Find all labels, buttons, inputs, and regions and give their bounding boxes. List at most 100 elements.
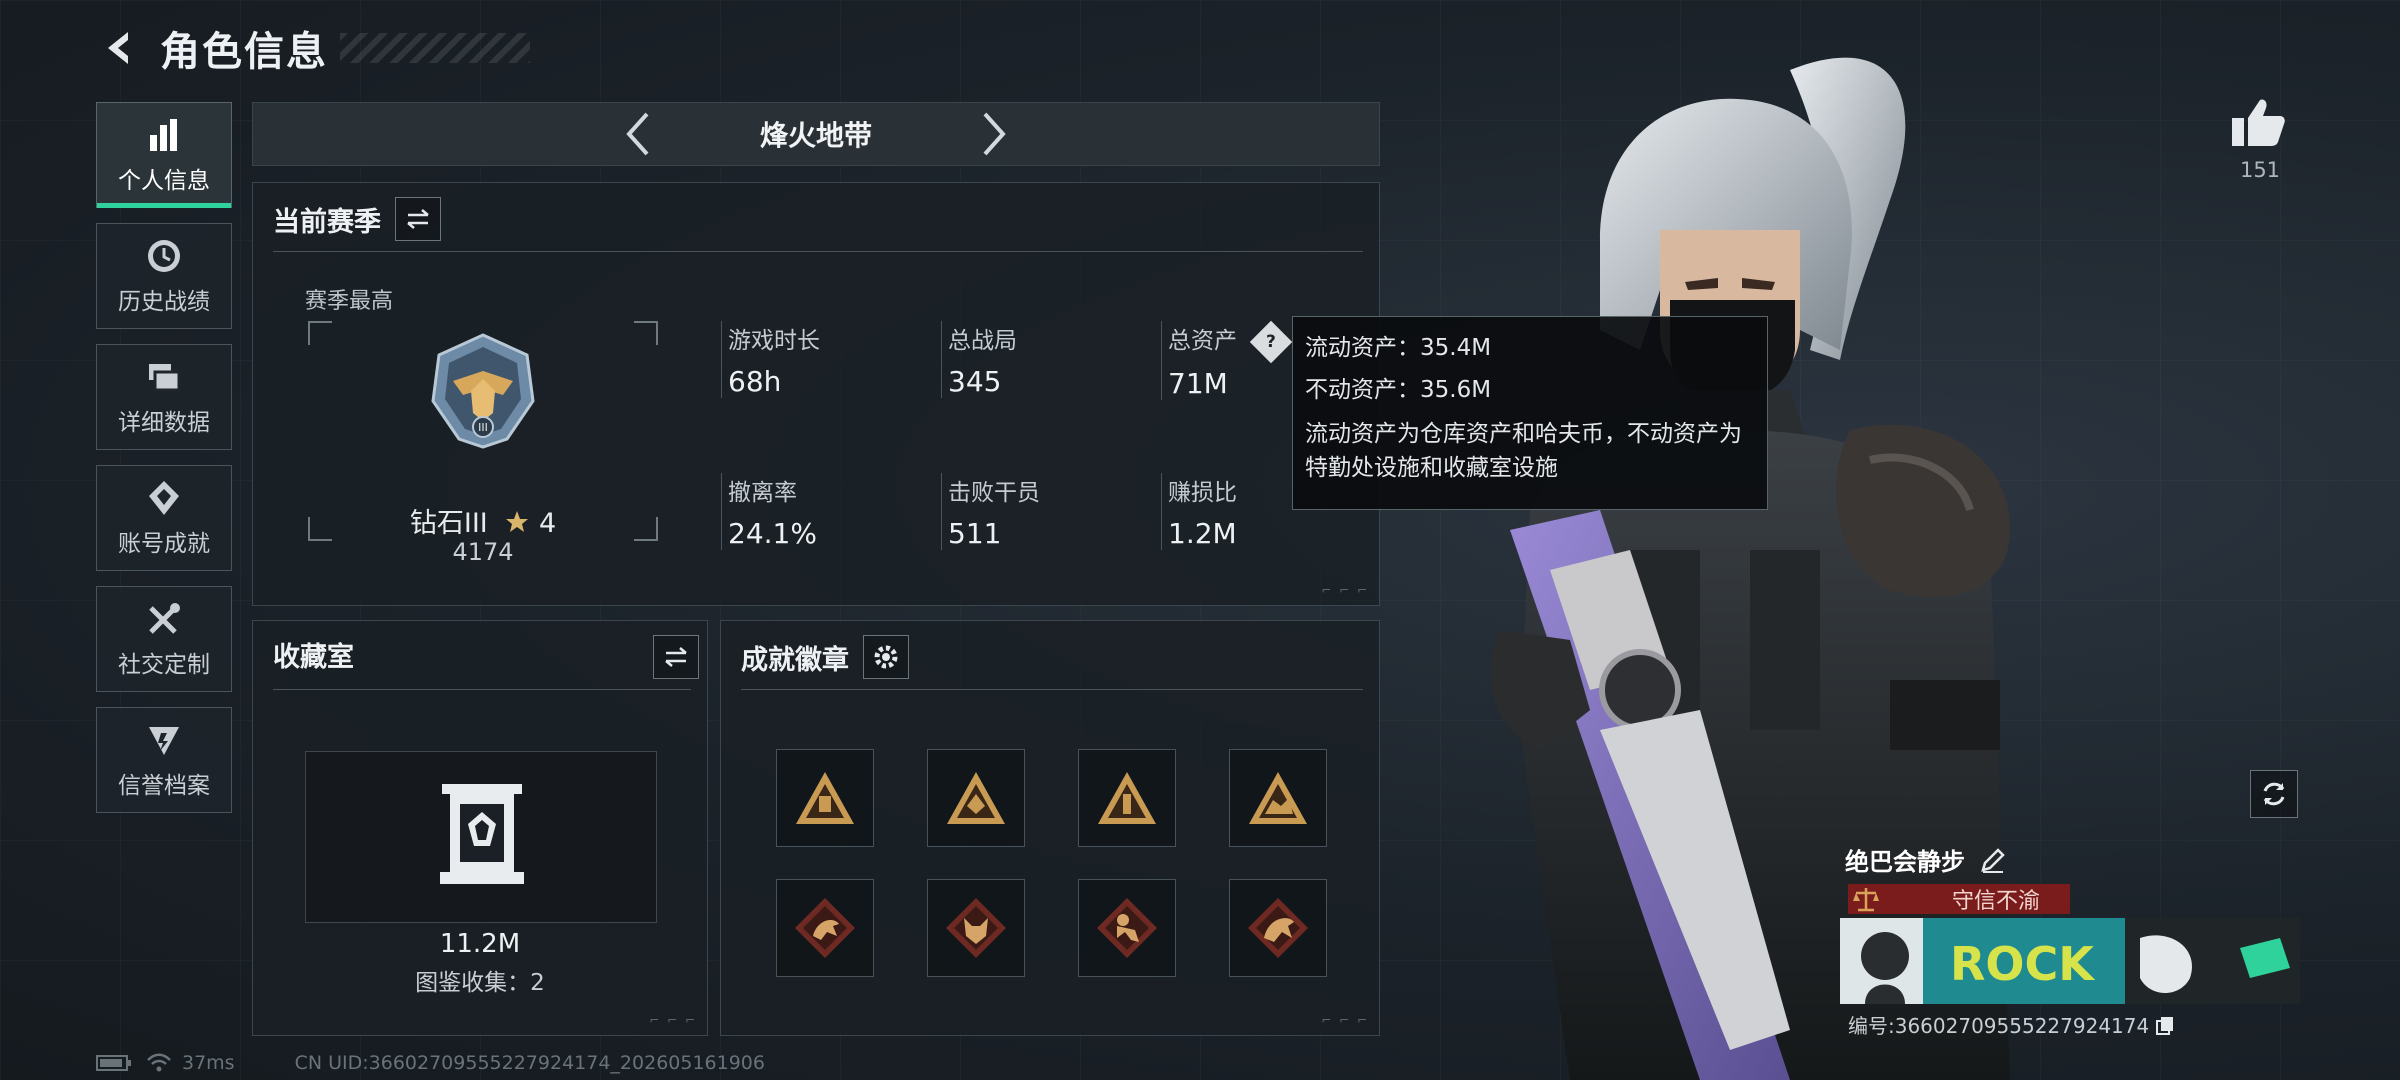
gear-icon bbox=[874, 645, 898, 669]
cards-icon bbox=[144, 357, 184, 397]
nav-item-social-custom[interactable]: 社交定制 bbox=[96, 586, 232, 692]
collection-switch-button[interactable] bbox=[653, 635, 699, 679]
achievement-badge[interactable] bbox=[927, 879, 1025, 977]
stat-value: 24.1% bbox=[728, 517, 817, 550]
stat-operators-defeated: 击败干员 511 bbox=[941, 473, 1040, 550]
divider bbox=[273, 689, 691, 690]
honor-title: 守信不渝 bbox=[1952, 889, 2041, 914]
stat-total-matches: 总战局 345 bbox=[941, 321, 1017, 398]
banner-art: ROCK bbox=[1861, 932, 2290, 1004]
season-panel: 当前赛季 赛季最高 III 钻石III 4 4174 游戏时长 68h 总战局 … bbox=[252, 182, 1380, 606]
nav-item-detailed-data[interactable]: 详细数据 bbox=[96, 344, 232, 450]
stat-label: 赚损比 bbox=[1168, 480, 1237, 506]
nav-item-personal-info[interactable]: 个人信息 bbox=[96, 102, 232, 208]
player-banner[interactable]: ROCK bbox=[1840, 918, 2300, 1004]
tools-icon bbox=[144, 599, 184, 639]
nav-item-reputation[interactable]: 信誉档案 bbox=[96, 707, 232, 813]
stat-value: 68h bbox=[728, 365, 782, 398]
nav-label: 账号成就 bbox=[118, 531, 210, 557]
collection-panel-title: 收藏室 bbox=[273, 642, 354, 673]
tooltip-liquid-assets: 流动资产：35.4M bbox=[1305, 335, 1492, 361]
nav-label: 历史战绩 bbox=[118, 289, 210, 315]
dragon-badge-icon bbox=[1248, 898, 1308, 958]
tooltip-description: 流动资产为仓库资产和哈夫币，不动资产为特勤处设施和收藏室设施 bbox=[1305, 421, 1742, 481]
nav-item-account-achievements[interactable]: 账号成就 bbox=[96, 465, 232, 571]
rank-stars: 4 bbox=[538, 508, 557, 539]
achievement-badge[interactable] bbox=[1078, 879, 1176, 977]
achievements-settings-button[interactable] bbox=[863, 635, 909, 679]
header: 角色信息 bbox=[96, 18, 530, 78]
stat-label: 游戏时长 bbox=[728, 328, 820, 354]
pyramid-badge-icon bbox=[947, 772, 1005, 824]
battery-icon bbox=[96, 1055, 131, 1071]
assets-tooltip: 流动资产：35.4M 不动资产：35.6M 流动资产为仓库资产和哈夫币，不动资产… bbox=[1292, 316, 1768, 510]
stat-value: 1.2M bbox=[1168, 517, 1237, 550]
achievement-badge[interactable] bbox=[1229, 749, 1327, 847]
ping-text: 37ms bbox=[182, 1052, 235, 1074]
achievement-badge[interactable] bbox=[1229, 879, 1327, 977]
collection-value: 11.2M bbox=[439, 929, 521, 959]
achievement-badge[interactable] bbox=[1078, 749, 1176, 847]
corner-decoration: ⌐ ⌐ ⌐ bbox=[1321, 1013, 1369, 1027]
back-arrow-icon bbox=[108, 32, 128, 64]
stat-extraction-rate: 撤离率 24.1% bbox=[721, 473, 817, 550]
collection-preview[interactable] bbox=[305, 751, 657, 923]
rank-name-text: 钻石III bbox=[409, 508, 488, 539]
like-button[interactable] bbox=[2230, 96, 2290, 156]
chevron-left-icon bbox=[626, 112, 649, 156]
stat-label: 总资产 ? bbox=[1168, 320, 1293, 363]
refresh-button[interactable] bbox=[2250, 770, 2298, 818]
side-nav: 个人信息 历史战绩 详细数据 账号成就 社交定制 信誉档案 bbox=[96, 102, 234, 828]
divider bbox=[741, 689, 1363, 690]
stat-total-assets: 总资产 ? 71M bbox=[1161, 320, 1293, 400]
swap-icon bbox=[407, 209, 429, 229]
scale-icon bbox=[1853, 888, 1879, 912]
achievement-badge[interactable] bbox=[927, 749, 1025, 847]
honor-title-bar: 守信不渝 bbox=[1848, 884, 2070, 914]
divider bbox=[273, 251, 1363, 252]
edit-icon[interactable] bbox=[1979, 846, 2007, 874]
achievements-panel: 成就徽章 ⌐ ⌐ ⌐ bbox=[720, 620, 1380, 1036]
nav-label: 社交定制 bbox=[118, 652, 210, 678]
back-button[interactable] bbox=[96, 24, 144, 72]
pyramid-badge-icon bbox=[796, 772, 854, 824]
like-count: 151 bbox=[2239, 158, 2281, 182]
page-title: 角色信息 bbox=[160, 29, 328, 75]
mode-prev-button[interactable] bbox=[610, 106, 666, 162]
corner-decoration: ⌐ ⌐ ⌐ bbox=[649, 1013, 697, 1027]
thumbs-up-icon bbox=[2232, 99, 2285, 146]
nav-item-history[interactable]: 历史战绩 bbox=[96, 223, 232, 329]
mode-selector: 烽火地带 bbox=[252, 102, 1380, 166]
help-icon[interactable]: ? bbox=[1250, 320, 1293, 363]
achievements-panel-title: 成就徽章 bbox=[741, 644, 849, 676]
rank-name: 钻石III 4 bbox=[308, 501, 658, 540]
player-name-text: 绝巴会静步 bbox=[1845, 848, 1965, 876]
copy-icon[interactable] bbox=[2155, 1015, 2175, 1035]
uid-text: CN UID:36602709555227924174_202605161906 bbox=[294, 1052, 765, 1074]
season-switch-button[interactable] bbox=[395, 197, 441, 241]
stat-label: 撤离率 bbox=[728, 480, 797, 506]
achievement-icon bbox=[144, 478, 184, 518]
help-icon-glyph: ? bbox=[1266, 331, 1277, 352]
wifi-icon bbox=[147, 1053, 171, 1072]
mode-next-button[interactable] bbox=[966, 106, 1022, 162]
achievement-badge[interactable] bbox=[776, 879, 874, 977]
bar-chart-icon bbox=[144, 115, 184, 155]
stat-label-text: 总资产 bbox=[1168, 328, 1237, 354]
pyramid-badge-icon bbox=[1249, 772, 1307, 824]
stat-label: 击败干员 bbox=[948, 480, 1040, 506]
display-case-icon bbox=[440, 784, 524, 884]
nav-label: 详细数据 bbox=[118, 410, 210, 436]
mode-title: 烽火地带 bbox=[759, 119, 872, 152]
dragon-badge-icon bbox=[795, 898, 855, 958]
season-panel-title: 当前赛季 bbox=[273, 206, 381, 238]
stat-value: 345 bbox=[948, 365, 1002, 398]
nav-label: 个人信息 bbox=[118, 168, 210, 194]
pyramid-badge-icon bbox=[1098, 772, 1156, 824]
stat-value: 511 bbox=[948, 517, 1002, 550]
title-decoration bbox=[340, 33, 530, 63]
status-footer: 37ms CN UID:36602709555227924174_2026051… bbox=[96, 1052, 765, 1074]
stat-profit-loss: 赚损比 1.2M bbox=[1161, 473, 1237, 550]
wolf-badge-icon bbox=[946, 898, 1006, 958]
achievement-badge[interactable] bbox=[776, 749, 874, 847]
